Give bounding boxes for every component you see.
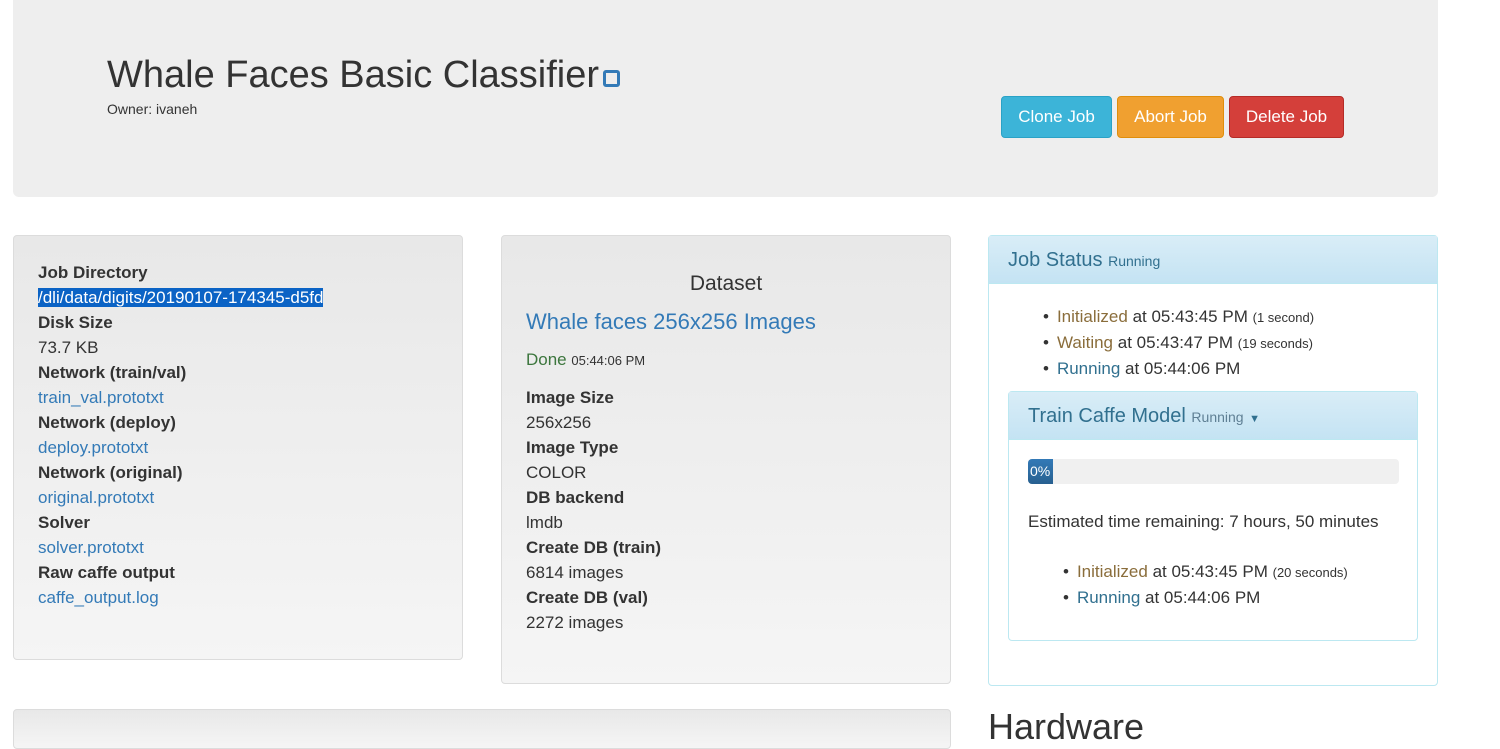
field-value: COLOR xyxy=(526,463,587,482)
status-event: Initialized at 05:43:45 PM (1 second) xyxy=(1043,304,1314,330)
file-link[interactable]: caffe_output.log xyxy=(38,585,323,610)
owner-label: Owner: ivaneh xyxy=(107,101,198,117)
abort-job-button[interactable]: Abort Job xyxy=(1117,96,1224,138)
field-label: Job Directory xyxy=(38,263,148,282)
field-value: 2272 images xyxy=(526,613,624,632)
field-label: Image Type xyxy=(526,438,619,457)
bottom-panel xyxy=(13,709,951,749)
status-event: Running at 05:44:06 PM xyxy=(1063,585,1348,611)
status-event: Initialized at 05:43:45 PM (20 seconds) xyxy=(1063,559,1348,585)
dataset-panel: Dataset Whale faces 256x256 Images Done … xyxy=(501,235,951,684)
file-link[interactable]: original.prototxt xyxy=(38,485,323,510)
field-value: 6814 images xyxy=(526,563,624,582)
field-label: Network (deploy) xyxy=(38,413,176,432)
dataset-status: Done 05:44:06 PM xyxy=(526,350,646,369)
caret-down-icon[interactable]: ▼ xyxy=(1249,413,1260,425)
page-title: Whale Faces Basic Classifier xyxy=(107,54,621,97)
file-link[interactable]: train_val.prototxt xyxy=(38,385,323,410)
progress-bar: 0% xyxy=(1028,459,1399,484)
file-link[interactable]: deploy.prototxt xyxy=(38,435,323,460)
field-label: Raw caffe output xyxy=(38,563,175,582)
task-header[interactable]: Train Caffe Model Running ▼ xyxy=(1009,392,1417,440)
eta-text: Estimated time remaining: 7 hours, 50 mi… xyxy=(1028,512,1379,531)
field-label: Create DB (val) xyxy=(526,588,648,607)
field-value: 256x256 xyxy=(526,413,592,432)
dataset-link[interactable]: Whale faces 256x256 Images xyxy=(526,309,816,335)
field-label: DB backend xyxy=(526,488,625,507)
field-label: Disk Size xyxy=(38,313,113,332)
field-label: Solver xyxy=(38,513,90,532)
task-panel: Train Caffe Model Running ▼ 0% Estimated… xyxy=(1008,391,1418,641)
field-value: /dli/data/digits/20190107-174345-d5fd xyxy=(38,288,324,307)
edit-icon[interactable] xyxy=(603,70,621,87)
job-status-panel: Job Status Running Initialized at 05:43:… xyxy=(988,235,1438,686)
job-status-header: Job Status Running xyxy=(989,236,1437,284)
field-label: Create DB (train) xyxy=(526,538,662,557)
progress-fill: 0% xyxy=(1028,459,1053,484)
hardware-heading: Hardware xyxy=(988,706,1145,747)
field-value: lmdb xyxy=(526,513,563,532)
status-event: Waiting at 05:43:47 PM (19 seconds) xyxy=(1043,330,1314,356)
status-event: Running at 05:44:06 PM xyxy=(1043,356,1314,382)
file-link[interactable]: solver.prototxt xyxy=(38,535,323,560)
clone-job-button[interactable]: Clone Job xyxy=(1001,96,1112,138)
dataset-heading: Dataset xyxy=(689,272,763,295)
job-header: Whale Faces Basic Classifier Owner: ivan… xyxy=(13,0,1438,197)
delete-job-button[interactable]: Delete Job xyxy=(1229,96,1344,138)
field-value: 73.7 KB xyxy=(38,338,99,357)
field-label: Network (original) xyxy=(38,463,183,482)
field-label: Network (train/val) xyxy=(38,363,187,382)
field-label: Image Size xyxy=(526,388,614,407)
job-info-panel: Job Directory/dli/data/digits/20190107-1… xyxy=(13,235,463,660)
